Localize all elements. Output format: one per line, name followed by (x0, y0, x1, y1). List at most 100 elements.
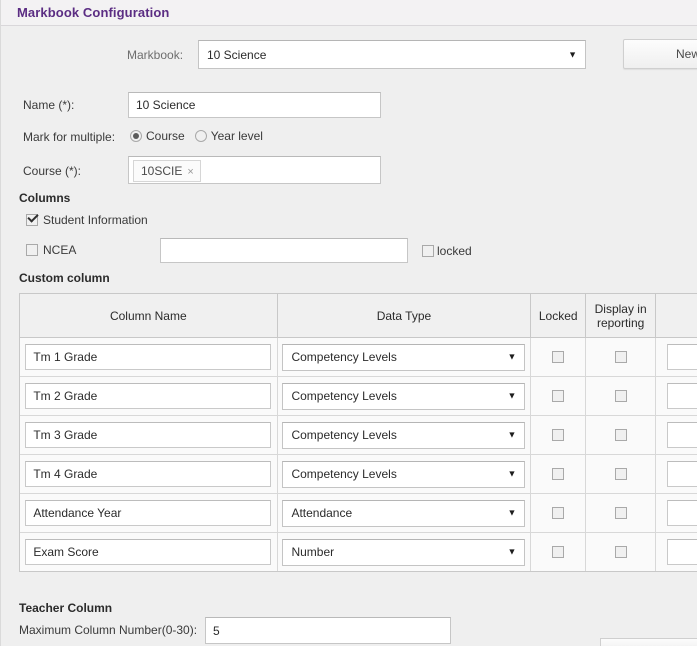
cell-display-in-reporting (586, 533, 657, 571)
row-display-checkbox[interactable] (614, 468, 627, 480)
header-data-type: Data Type (278, 294, 532, 337)
custom-column-table-header: Column Name Data Type Locked Display in … (20, 294, 697, 338)
name-label: Name (*): (23, 98, 75, 112)
data-type-select-value: Competency Levels (291, 428, 397, 442)
row-display-checkbox[interactable] (614, 429, 627, 441)
table-row: Competency Levels ▼ (20, 416, 697, 455)
page-title: Markbook Configuration (17, 5, 170, 20)
course-chip-input[interactable]: 10SCIE × (128, 156, 381, 184)
column-name-input[interactable] (25, 422, 272, 448)
data-type-select[interactable]: Number ▼ (282, 538, 526, 566)
cell-extra (656, 455, 697, 493)
markbook-select[interactable]: 10 Science ▼ (198, 40, 586, 69)
markbook-configuration-page: Markbook Configuration Markbook: 10 Scie… (0, 0, 697, 646)
row-display-checkbox[interactable] (614, 546, 627, 558)
column-name-input[interactable] (25, 383, 272, 409)
markbook-select-value: 10 Science (207, 47, 267, 62)
course-label: Course (*): (23, 164, 82, 178)
table-row: Competency Levels ▼ (20, 455, 697, 494)
cell-column-name (20, 455, 278, 493)
name-label-wrap: Name (*): (23, 98, 74, 112)
header-display-in-reporting: Display in reporting (586, 294, 657, 337)
ncea-row: NCEA (26, 243, 76, 257)
cell-extra (656, 377, 697, 415)
chevron-down-icon: ▼ (507, 351, 517, 362)
data-type-select[interactable]: Competency Levels ▼ (282, 382, 526, 410)
column-name-input[interactable] (25, 461, 272, 487)
row-display-checkbox[interactable] (614, 390, 627, 402)
header-locked: Locked (531, 294, 587, 337)
teacher-column-heading: Teacher Column (19, 601, 113, 615)
row-extra-input[interactable] (667, 344, 697, 370)
table-row: Competency Levels ▼ (20, 338, 697, 377)
mark-for-multiple-radio-group: Course Year level (130, 129, 273, 143)
ncea-locked-label: locked (437, 244, 472, 258)
data-type-select[interactable]: Competency Levels ▼ (282, 421, 526, 449)
cell-locked (531, 377, 587, 415)
cell-locked (531, 455, 587, 493)
data-type-select-value: Number (291, 545, 335, 559)
row-locked-checkbox[interactable] (552, 390, 565, 402)
cell-data-type: Competency Levels ▼ (278, 377, 532, 415)
row-locked-checkbox[interactable] (552, 507, 565, 519)
cell-extra (656, 533, 697, 571)
ncea-checkbox[interactable] (26, 244, 38, 256)
table-row: Number ▼ (20, 533, 697, 571)
cell-data-type: Attendance ▼ (278, 494, 532, 532)
radio-year-level-label: Year level (210, 129, 263, 143)
new-markbook-button[interactable]: New (623, 39, 697, 69)
row-locked-checkbox[interactable] (552, 546, 565, 558)
bottom-button-stub[interactable] (600, 638, 697, 646)
data-type-select-value: Competency Levels (291, 467, 397, 481)
student-information-checkbox[interactable] (26, 214, 38, 226)
row-extra-input[interactable] (667, 383, 697, 409)
data-type-select[interactable]: Competency Levels ▼ (282, 343, 526, 371)
row-locked-checkbox[interactable] (552, 429, 565, 441)
row-locked-checkbox[interactable] (552, 351, 565, 363)
column-name-input[interactable] (25, 344, 272, 370)
course-chip[interactable]: 10SCIE × (133, 160, 201, 182)
row-extra-input[interactable] (667, 539, 697, 565)
cell-locked (531, 494, 587, 532)
data-type-select-value: Attendance (291, 506, 353, 520)
row-display-checkbox[interactable] (614, 351, 627, 363)
row-extra-input[interactable] (667, 500, 697, 526)
cell-data-type: Number ▼ (278, 533, 532, 571)
radio-year-level[interactable] (194, 130, 207, 142)
name-input[interactable] (128, 92, 381, 118)
ncea-locked-checkbox[interactable] (422, 245, 434, 257)
data-type-select[interactable]: Competency Levels ▼ (282, 460, 526, 488)
cell-data-type: Competency Levels ▼ (278, 338, 532, 376)
data-type-select-value: Competency Levels (291, 389, 397, 403)
max-column-number-input[interactable] (205, 617, 451, 644)
ncea-input[interactable] (160, 238, 408, 263)
cell-column-name (20, 416, 278, 454)
cell-display-in-reporting (586, 455, 657, 493)
markbook-label-wrap: Markbook: (127, 48, 183, 62)
column-name-input[interactable] (25, 500, 272, 526)
cell-display-in-reporting (586, 494, 657, 532)
chevron-down-icon: ▼ (507, 546, 517, 557)
cell-extra (656, 494, 697, 532)
close-icon[interactable]: × (187, 166, 193, 178)
course-label-wrap: Course (*): (23, 164, 81, 178)
cell-extra (656, 416, 697, 454)
mark-for-multiple-label-wrap: Mark for multiple: (23, 130, 115, 144)
row-extra-input[interactable] (667, 461, 697, 487)
column-name-input[interactable] (25, 539, 272, 565)
ncea-label: NCEA (43, 243, 77, 257)
chevron-down-icon: ▼ (507, 429, 517, 440)
row-extra-input[interactable] (667, 422, 697, 448)
course-chip-label: 10SCIE (141, 164, 183, 178)
radio-course-label: Course (146, 129, 185, 143)
radio-course[interactable] (130, 130, 142, 142)
data-type-select[interactable]: Attendance ▼ (282, 499, 526, 527)
row-locked-checkbox[interactable] (552, 468, 565, 480)
header-column-name: Column Name (20, 294, 278, 337)
chevron-down-icon: ▼ (507, 468, 517, 479)
custom-column-table: Column Name Data Type Locked Display in … (19, 293, 697, 572)
data-type-select-value: Competency Levels (291, 350, 397, 364)
cell-column-name (20, 494, 278, 532)
row-display-checkbox[interactable] (614, 507, 627, 519)
new-markbook-button-label: New (675, 47, 697, 61)
